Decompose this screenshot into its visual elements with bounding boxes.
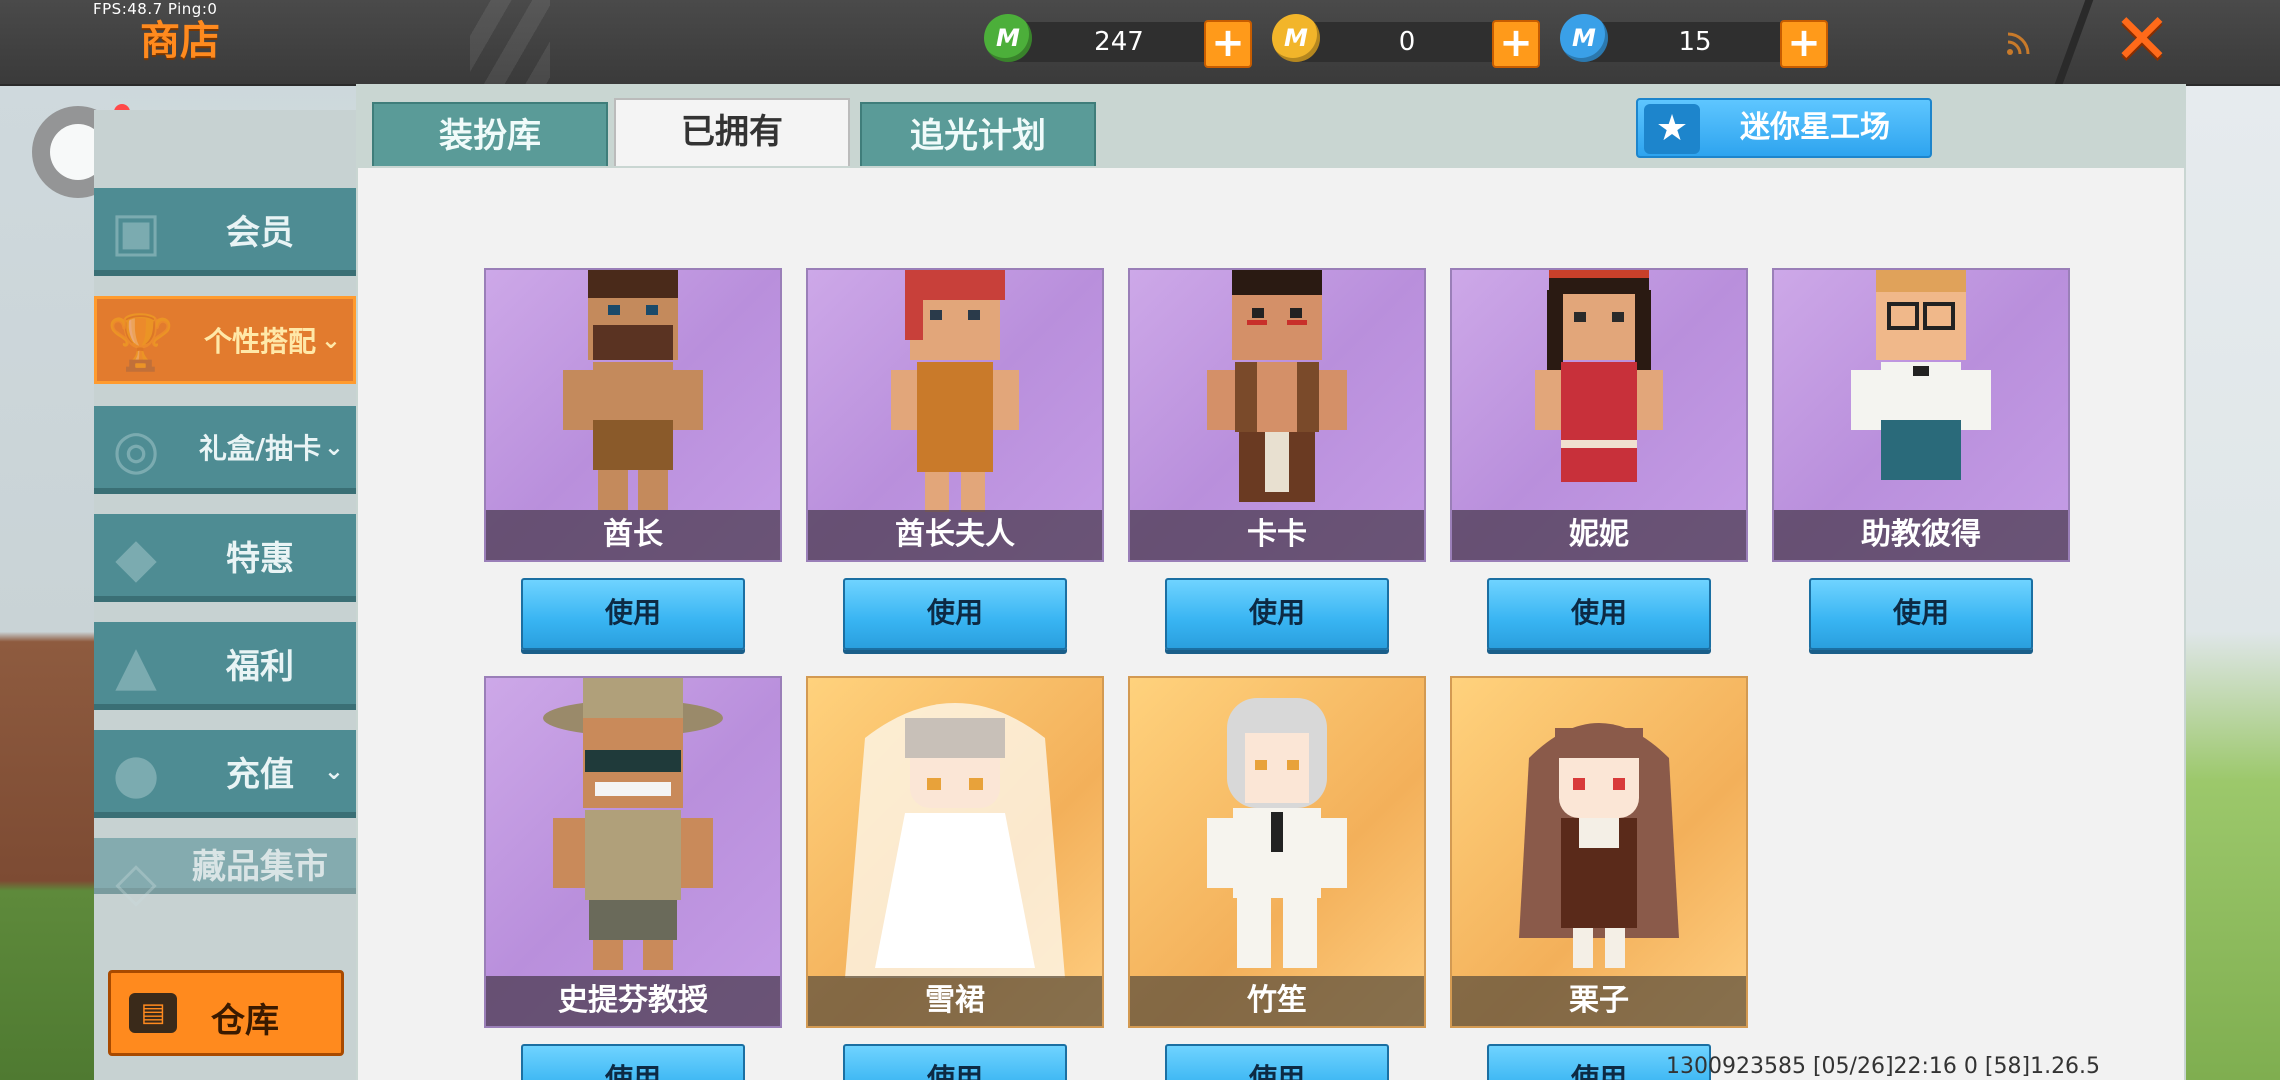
- character-snow-dress-image: [845, 703, 1065, 978]
- character-nini-image: [1535, 270, 1663, 482]
- add-gold-currency-button[interactable]: +: [1492, 20, 1540, 68]
- chevron-down-icon: ⌄: [323, 433, 344, 461]
- sidebar-item-deals[interactable]: ◆ 特惠: [94, 514, 356, 602]
- skin-card[interactable]: 助教彼得: [1772, 268, 2070, 562]
- currency-value: 247: [1094, 27, 1144, 57]
- coins-icon: ●: [112, 742, 160, 805]
- add-blue-currency-button[interactable]: +: [1780, 20, 1828, 68]
- mini-star-studio-button[interactable]: ★ 迷你星工场: [1636, 98, 1932, 158]
- sidebar-item-label: 个性搭配: [203, 325, 316, 358]
- skin-name: 雪裙: [808, 976, 1102, 1026]
- skin-card[interactable]: 史提芬教授: [484, 676, 782, 1028]
- signal-icon: [2004, 28, 2034, 58]
- warehouse-button[interactable]: ▤ 仓库: [108, 970, 344, 1056]
- add-green-currency-button[interactable]: +: [1204, 20, 1252, 68]
- use-button[interactable]: 使用: [843, 578, 1067, 650]
- use-button[interactable]: 使用: [1165, 578, 1389, 650]
- decorative-stripes: [470, 0, 550, 84]
- tab-wardrobe[interactable]: 装扮库: [372, 102, 608, 166]
- owned-items-grid: 酋长 酋长夫人 卡卡 妮妮 助教彼得 使用 使用 使用 使用 使用 史提芬教授 …: [358, 168, 2184, 1080]
- skin-card[interactable]: 酋长: [484, 268, 782, 562]
- sidebar: ▣ 会员 🏆 个性搭配 ⌄ ◎ 礼盒/抽卡 ⌄ ◆ 特惠 ▲ 福利 ● 充值 ⌄…: [94, 110, 356, 1080]
- skin-name: 栗子: [1452, 976, 1746, 1026]
- trophy-icon: 🏆: [107, 311, 175, 374]
- use-button[interactable]: 使用: [1165, 1044, 1389, 1080]
- page-title: 商店: [140, 18, 220, 64]
- skin-name: 助教彼得: [1774, 510, 2068, 560]
- skin-name: 卡卡: [1130, 510, 1424, 560]
- close-button[interactable]: ✕: [2112, 4, 2172, 74]
- use-button[interactable]: 使用: [521, 1044, 745, 1080]
- sidebar-item-market[interactable]: ◇ 藏品集市: [94, 838, 356, 913]
- gift-disc-icon: ◎: [112, 418, 160, 481]
- green-m-coin-icon: M: [984, 14, 1032, 62]
- warehouse-label: 仓库: [211, 1001, 279, 1041]
- sidebar-item-label: 福利: [226, 646, 294, 687]
- skin-name: 竹笙: [1130, 976, 1424, 1026]
- tab-chase-light-plan[interactable]: 追光计划: [860, 102, 1096, 166]
- present-icon: ▲: [115, 634, 157, 697]
- currency-value: 0: [1398, 27, 1416, 57]
- divider: [2054, 0, 2094, 84]
- character-zhusheng-image: [1207, 698, 1347, 968]
- star-icon: ★: [1644, 104, 1700, 154]
- character-assistant-peter-image: [1851, 270, 1991, 480]
- skin-card[interactable]: 卡卡: [1128, 268, 1426, 562]
- box-icon: ◆: [115, 526, 157, 589]
- character-professor-steven-image: [543, 678, 723, 970]
- character-chief-wife-image: [891, 270, 1019, 512]
- market-icon: ◇: [115, 850, 157, 913]
- use-button[interactable]: 使用: [521, 578, 745, 650]
- skin-card[interactable]: 雪裙: [806, 676, 1104, 1028]
- use-button[interactable]: 使用: [1809, 578, 2033, 650]
- character-kaka-image: [1207, 270, 1347, 502]
- chest-icon: ▤: [129, 993, 177, 1033]
- skin-card[interactable]: 酋长夫人: [806, 268, 1104, 562]
- character-chief-image: [563, 270, 703, 510]
- chevron-down-icon: ⌄: [320, 326, 341, 354]
- character-lizi-image: [1519, 723, 1679, 968]
- sidebar-item-label: 藏品集市: [192, 846, 328, 887]
- skin-name: 史提芬教授: [486, 976, 780, 1026]
- skin-card[interactable]: 妮妮: [1450, 268, 1748, 562]
- sidebar-item-recharge[interactable]: ● 充值 ⌄: [94, 730, 356, 818]
- skin-name: 酋长夫人: [808, 510, 1102, 560]
- sidebar-item-label: 礼盒/抽卡: [198, 432, 322, 465]
- sidebar-item-welfare[interactable]: ▲ 福利: [94, 622, 356, 710]
- sidebar-item-label: 会员: [226, 212, 294, 253]
- chevron-down-icon: ⌄: [323, 757, 344, 785]
- blue-m-coin-icon: M: [1560, 14, 1608, 62]
- sidebar-item-giftbox[interactable]: ◎ 礼盒/抽卡 ⌄: [94, 406, 356, 494]
- tab-owned[interactable]: 已拥有: [614, 98, 850, 166]
- sidebar-item-label: 充值: [226, 754, 294, 795]
- sidebar-item-label: 特惠: [226, 538, 294, 579]
- member-icon: ▣: [110, 200, 162, 263]
- skin-card[interactable]: 竹笙: [1128, 676, 1426, 1028]
- currency-value: 15: [1678, 27, 1712, 57]
- skin-card[interactable]: 栗子: [1450, 676, 1748, 1028]
- main-panel: 装扮库 已拥有 追光计划 ★ 迷你星工场 酋长 酋长夫人 卡卡 妮妮 助教彼得 …: [356, 84, 2186, 1080]
- build-info: 1300923585 [05/26]22:16 0 [58]1.26.5: [1666, 1054, 2101, 1079]
- top-bar: FPS:48.7 Ping:0 商店 M 247 + M 0 + M 15 + …: [0, 0, 2280, 86]
- sidebar-item-style[interactable]: 🏆 个性搭配 ⌄: [94, 296, 356, 384]
- background-scenery-right: [2185, 84, 2280, 1080]
- skin-name: 妮妮: [1452, 510, 1746, 560]
- use-button[interactable]: 使用: [1487, 578, 1711, 650]
- studio-button-label: 迷你星工场: [1740, 110, 1890, 145]
- use-button[interactable]: 使用: [843, 1044, 1067, 1080]
- gold-m-coin-icon: M: [1272, 14, 1320, 62]
- sidebar-item-member[interactable]: ▣ 会员: [94, 188, 356, 276]
- skin-name: 酋长: [486, 510, 780, 560]
